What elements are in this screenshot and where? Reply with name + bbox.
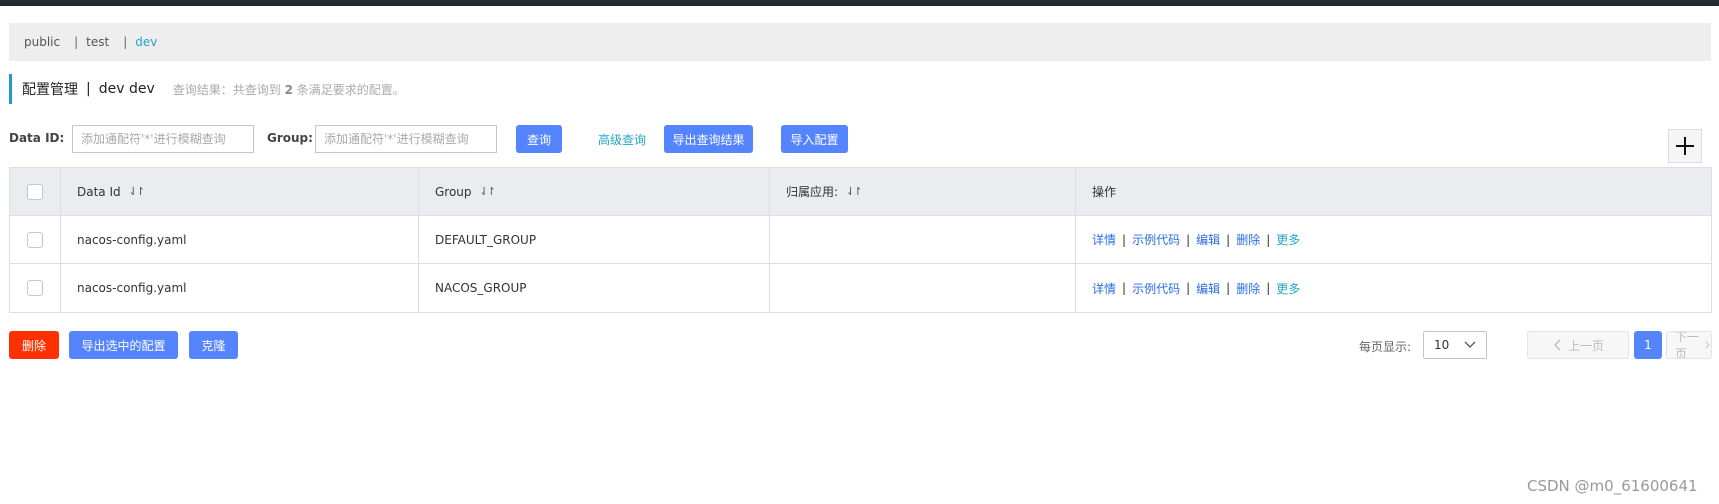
row-app — [770, 216, 1076, 263]
group-label: Group: — [267, 131, 313, 145]
chevron-right-icon — [1705, 341, 1710, 349]
row-data-id: nacos-config.yaml — [61, 216, 419, 263]
prev-page-button[interactable]: 上一页 — [1527, 331, 1629, 359]
detail-link[interactable]: 详情 — [1092, 280, 1116, 297]
page-size-select[interactable]: 10 — [1423, 331, 1487, 359]
plus-icon — [1676, 137, 1694, 155]
chevron-left-icon — [1554, 339, 1561, 351]
table-row: nacos-config.yaml NACOS_GROUP 详情 | 示例代码 … — [10, 264, 1711, 312]
import-config-button[interactable]: 导入配置 — [781, 125, 848, 153]
delete-selected-button[interactable]: 删除 — [9, 331, 59, 359]
current-namespace: dev dev — [98, 81, 155, 97]
column-actions: 操作 — [1092, 185, 1117, 199]
namespace-bar: public | test | dev — [9, 23, 1711, 61]
sort-icon[interactable]: ⇃↾ — [480, 185, 497, 198]
data-id-label: Data ID: — [9, 131, 65, 145]
result-count: 2 — [284, 82, 293, 97]
row-data-id: nacos-config.yaml — [61, 264, 419, 312]
row-checkbox-cell — [10, 216, 61, 263]
query-result-summary: 查询结果：共查询到 2 条满足要求的配置。 — [172, 82, 405, 97]
page-size-label: 每页显示: — [1359, 340, 1412, 354]
sample-code-link[interactable]: 示例代码 — [1132, 280, 1180, 297]
column-app[interactable]: 归属应用: ⇃↾ — [770, 168, 1076, 215]
row-checkbox-cell — [10, 264, 61, 312]
namespace-separator: | — [74, 35, 79, 49]
search-form: Data ID: Group: 查询 高级查询 导出查询结果 导入配置 — [9, 125, 1711, 153]
namespace-public[interactable]: public — [24, 35, 60, 49]
chevron-down-icon — [1464, 341, 1476, 348]
header-checkbox-cell — [10, 168, 61, 215]
page-number-current[interactable]: 1 — [1634, 331, 1662, 359]
top-bar — [0, 0, 1719, 6]
edit-link[interactable]: 编辑 — [1196, 231, 1220, 248]
group-input[interactable] — [315, 125, 497, 153]
export-results-button[interactable]: 导出查询结果 — [664, 125, 753, 153]
row-actions: 详情 | 示例代码 | 编辑 | 删除 | 更多 — [1092, 231, 1301, 248]
data-id-input[interactable] — [72, 125, 254, 153]
next-page-button[interactable]: 下一页 — [1666, 331, 1712, 359]
namespace-separator: | — [123, 35, 128, 49]
watermark: CSDN @m0_61600641 — [1527, 477, 1698, 495]
more-link[interactable]: 更多 — [1276, 280, 1300, 297]
page-header: 配置管理 | dev dev 查询结果：共查询到 2 条满足要求的配置。 — [9, 74, 405, 104]
column-data-id[interactable]: Data Id ⇃↾ — [61, 168, 419, 215]
export-selected-button[interactable]: 导出选中的配置 — [69, 331, 178, 359]
row-app — [770, 264, 1076, 312]
detail-link[interactable]: 详情 — [1092, 231, 1116, 248]
select-all-checkbox[interactable] — [27, 183, 43, 200]
config-table: Data Id ⇃↾ Group ⇃↾ 归属应用: ⇃↾ 操作 nacos-confi… — [9, 167, 1712, 313]
add-config-button[interactable] — [1668, 129, 1702, 163]
table-footer: 删除 导出选中的配置 克隆 每页显示: 10 上一页 1 下一页 — [9, 331, 1712, 359]
table-row: nacos-config.yaml DEFAULT_GROUP 详情 | 示例代… — [10, 216, 1711, 264]
namespace-test[interactable]: test — [86, 35, 109, 49]
sort-icon[interactable]: ⇃↾ — [846, 185, 863, 198]
edit-link[interactable]: 编辑 — [1196, 280, 1220, 297]
delete-link[interactable]: 删除 — [1236, 280, 1260, 297]
more-link[interactable]: 更多 — [1276, 231, 1300, 248]
advanced-query-link[interactable]: 高级查询 — [598, 131, 646, 148]
namespace-dev[interactable]: dev — [135, 35, 157, 49]
column-group[interactable]: Group ⇃↾ — [419, 168, 770, 215]
delete-link[interactable]: 删除 — [1236, 231, 1260, 248]
query-button[interactable]: 查询 — [516, 125, 562, 153]
table-header: Data Id ⇃↾ Group ⇃↾ 归属应用: ⇃↾ 操作 — [10, 168, 1711, 216]
row-group: DEFAULT_GROUP — [419, 216, 770, 263]
page-size-value: 10 — [1434, 338, 1450, 352]
row-checkbox[interactable] — [27, 231, 43, 248]
row-group: NACOS_GROUP — [419, 264, 770, 312]
row-actions: 详情 | 示例代码 | 编辑 | 删除 | 更多 — [1092, 280, 1301, 297]
sample-code-link[interactable]: 示例代码 — [1132, 231, 1180, 248]
row-checkbox[interactable] — [27, 280, 43, 296]
page-title: 配置管理 — [22, 82, 78, 98]
clone-button[interactable]: 克隆 — [189, 331, 238, 359]
title-separator: | — [86, 81, 91, 97]
sort-icon[interactable]: ⇃↾ — [129, 185, 146, 198]
